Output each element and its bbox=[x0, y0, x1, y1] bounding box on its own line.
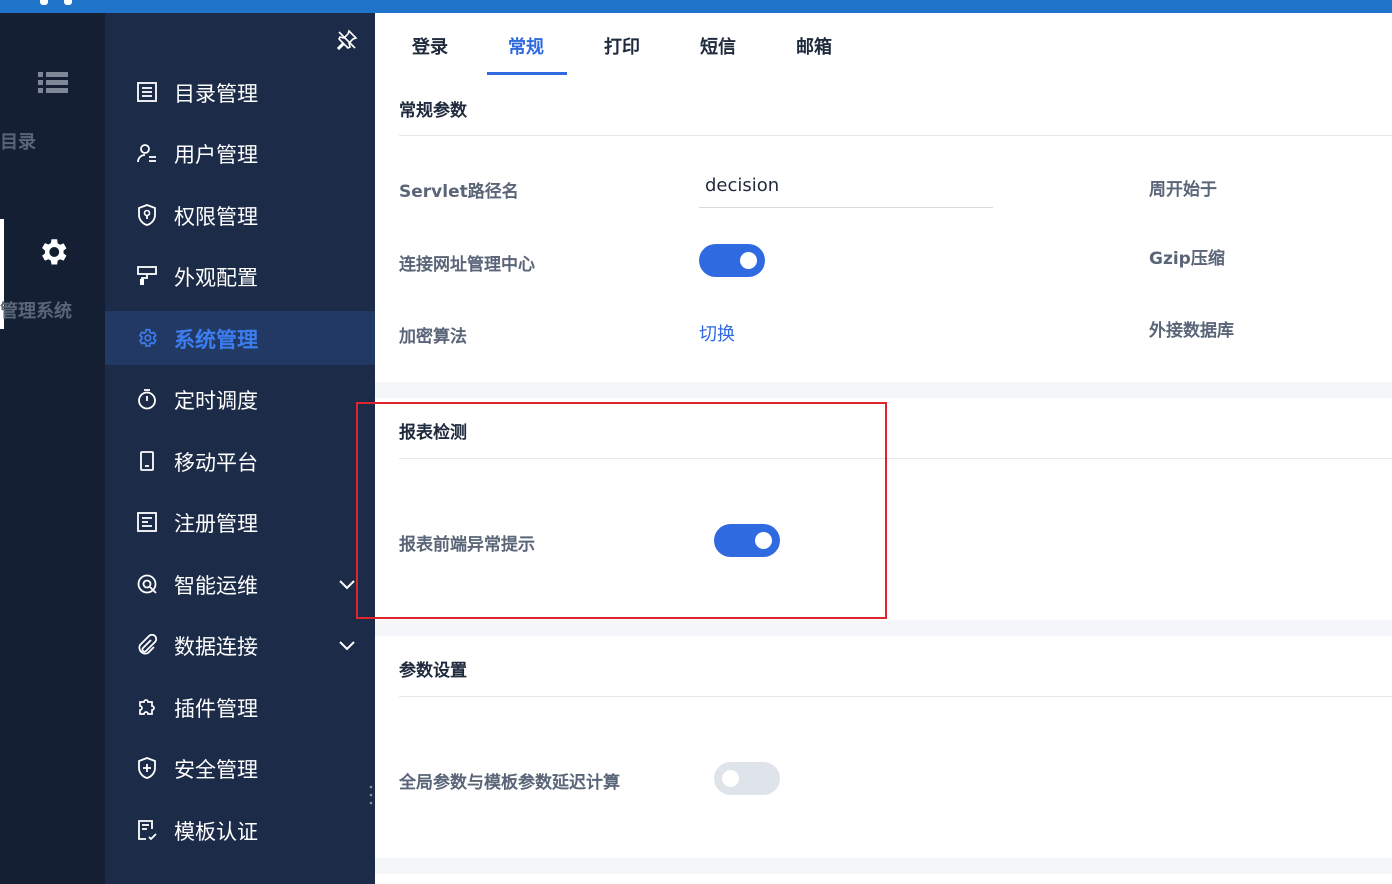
sidebar-item-system[interactable]: 系统管理 bbox=[105, 311, 375, 365]
sidebar-item-users[interactable]: 用户管理 bbox=[105, 126, 375, 180]
sidebar-item-label: 目录管理 bbox=[174, 82, 258, 106]
toggle-knob bbox=[740, 252, 757, 269]
delay-calc-toggle[interactable] bbox=[714, 762, 780, 795]
sidebar-item-data-connect[interactable]: 数据连接 bbox=[105, 618, 375, 672]
logo bbox=[36, 0, 76, 6]
divider bbox=[399, 135, 1392, 136]
template-cert-icon bbox=[138, 820, 157, 841]
sidebar-item-label: 安全管理 bbox=[174, 758, 258, 782]
tab-print[interactable]: 打印 bbox=[604, 33, 640, 59]
register-icon bbox=[137, 512, 157, 532]
week-start-label: 周开始于 bbox=[1149, 180, 1217, 200]
stopwatch-icon bbox=[138, 389, 156, 410]
paperclip-icon bbox=[138, 634, 158, 655]
external-db-label: 外接数据库 bbox=[1149, 321, 1234, 341]
gear-icon bbox=[138, 328, 157, 347]
servlet-path-label: Servlet路径名 bbox=[399, 182, 519, 202]
switch-encryption-link[interactable]: 切换 bbox=[699, 320, 735, 346]
sidebar-item-label: 注册管理 bbox=[174, 512, 258, 536]
divider bbox=[399, 696, 1392, 697]
sidebar-item-label: 移动平台 bbox=[174, 451, 258, 475]
sidebar-item-catalog[interactable]: 目录管理 bbox=[105, 65, 375, 119]
sidebar-item-label: 外观配置 bbox=[174, 266, 258, 290]
general-params-card: 常规参数 Servlet路径名 decision 周开始于 连接网址管理中心 G… bbox=[375, 75, 1392, 382]
rail-item-catalog[interactable]: 目录 bbox=[0, 68, 105, 153]
sidebar-item-schedule[interactable]: 定时调度 bbox=[105, 372, 375, 426]
chevron-down-icon[interactable] bbox=[337, 635, 357, 655]
sidebar-item-permissions[interactable]: 权限管理 bbox=[105, 188, 375, 242]
catalog-icon bbox=[137, 82, 157, 102]
sidebar-item-partial[interactable] bbox=[105, 864, 375, 884]
sidebar-nav: 目录管理 用户管理 权限管理 外观配置 系统管理 定时调度 移动平台 注册管理 … bbox=[105, 13, 375, 884]
tab-bar: 登录 常规 打印 短信 邮箱 bbox=[375, 13, 1392, 75]
tab-sms[interactable]: 短信 bbox=[700, 33, 736, 59]
servlet-path-input[interactable]: decision bbox=[699, 175, 993, 208]
sidebar-item-label: 模板认证 bbox=[174, 820, 258, 844]
next-card bbox=[375, 874, 1392, 884]
section-title: 参数设置 bbox=[399, 661, 467, 681]
top-header-bar bbox=[0, 0, 1392, 13]
tab-login[interactable]: 登录 bbox=[412, 33, 448, 59]
section-title: 常规参数 bbox=[399, 101, 467, 121]
shield-lock-icon bbox=[138, 204, 156, 226]
sidebar-item-label: 插件管理 bbox=[174, 697, 258, 721]
connect-center-toggle[interactable] bbox=[699, 244, 765, 277]
chevron-down-icon[interactable] bbox=[337, 574, 357, 594]
mobile-icon bbox=[140, 451, 154, 471]
delay-calc-label: 全局参数与模板参数延迟计算 bbox=[399, 773, 620, 793]
sidebar-item-appearance[interactable]: 外观配置 bbox=[105, 249, 375, 303]
primary-rail: 目录 管理系统 bbox=[0, 13, 105, 884]
sidebar-item-label: 智能运维 bbox=[174, 574, 258, 598]
tab-email[interactable]: 邮箱 bbox=[796, 33, 832, 59]
rail-item-management[interactable]: 管理系统 bbox=[0, 219, 105, 329]
unpin-icon[interactable] bbox=[336, 29, 358, 51]
ops-icon bbox=[137, 574, 157, 594]
sidebar-item-template-cert[interactable]: 模板认证 bbox=[105, 803, 375, 857]
connect-center-label: 连接网址管理中心 bbox=[399, 255, 535, 275]
gear-icon bbox=[41, 239, 66, 265]
params-settings-card: 参数设置 全局参数与模板参数延迟计算 bbox=[375, 636, 1392, 858]
annotation-highlight-box bbox=[356, 402, 887, 619]
sidebar-item-ops[interactable]: 智能运维 bbox=[105, 557, 375, 611]
list-icon bbox=[37, 72, 68, 93]
puzzle-icon bbox=[139, 699, 155, 715]
gzip-label: Gzip压缩 bbox=[1149, 249, 1225, 269]
shield-plus-icon bbox=[138, 757, 156, 779]
sidebar-item-security[interactable]: 安全管理 bbox=[105, 741, 375, 795]
sidebar-item-label: 定时调度 bbox=[174, 389, 258, 413]
sidebar-item-label: 用户管理 bbox=[174, 143, 258, 167]
rail-item-label: 目录 bbox=[0, 132, 36, 153]
tab-general[interactable]: 常规 bbox=[508, 33, 544, 59]
brush-icon bbox=[137, 266, 157, 285]
encryption-label: 加密算法 bbox=[399, 327, 467, 347]
user-icon bbox=[137, 144, 156, 163]
toggle-knob bbox=[722, 770, 739, 787]
sidebar-item-label: 系统管理 bbox=[174, 328, 258, 352]
sidebar-item-plugins[interactable]: 插件管理 bbox=[105, 680, 375, 734]
sidebar-item-label: 数据连接 bbox=[174, 635, 258, 659]
sidebar-item-register[interactable]: 注册管理 bbox=[105, 495, 375, 549]
rail-item-label: 管理系统 bbox=[0, 301, 72, 322]
sidebar-item-label: 权限管理 bbox=[174, 205, 258, 229]
sidebar-item-mobile[interactable]: 移动平台 bbox=[105, 434, 375, 488]
